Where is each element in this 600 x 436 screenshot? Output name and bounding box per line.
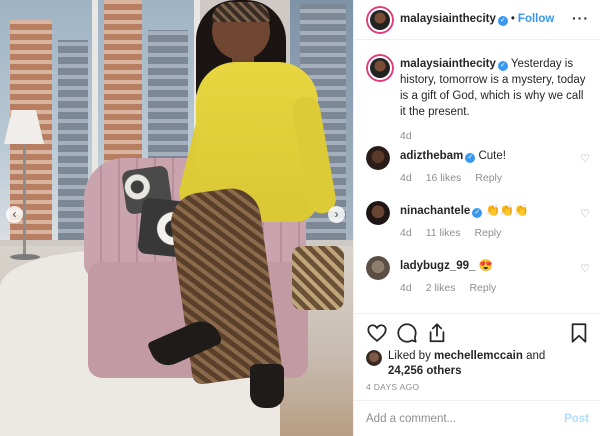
heart-outline-icon[interactable]: ♡ bbox=[580, 262, 590, 275]
verified-badge-icon: ✓ bbox=[465, 153, 476, 163]
heart-outline-icon[interactable]: ♡ bbox=[580, 207, 590, 220]
avatar[interactable] bbox=[366, 6, 394, 34]
verified-badge-icon: ✓ bbox=[497, 16, 508, 26]
bookmark-icon[interactable] bbox=[568, 322, 590, 344]
comment-likes[interactable]: 16 likes bbox=[426, 172, 462, 184]
avatar[interactable] bbox=[366, 146, 390, 170]
avatar[interactable] bbox=[366, 54, 394, 82]
like-heart-icon[interactable] bbox=[366, 322, 388, 344]
previous-photo-button[interactable]: ‹ bbox=[6, 206, 23, 223]
photo-handbag bbox=[292, 246, 344, 310]
liked-by-user[interactable]: mechellemccain bbox=[434, 350, 523, 362]
next-photo-button[interactable]: › bbox=[328, 206, 345, 223]
post-header: malaysiainthecity ✓ • Follow ··· bbox=[354, 0, 600, 40]
post-actions: Liked by mechellemccain and 24,256 others… bbox=[354, 313, 600, 436]
post-photo[interactable]: ‹ › bbox=[0, 0, 353, 436]
reply-button[interactable]: Reply bbox=[475, 172, 502, 184]
likes-count[interactable]: 24,256 others bbox=[388, 365, 462, 377]
share-icon[interactable] bbox=[426, 322, 448, 344]
caption-username[interactable]: malaysiainthecity bbox=[400, 58, 496, 70]
add-comment-bar: Post bbox=[354, 400, 600, 436]
comment-username[interactable]: ninachantele bbox=[400, 205, 470, 217]
avatar[interactable] bbox=[366, 201, 390, 225]
verified-badge-icon: ✓ bbox=[497, 61, 508, 71]
comment-age: 4d bbox=[400, 282, 412, 294]
post-timestamp: 4 DAYS AGO bbox=[366, 382, 420, 392]
reply-button[interactable]: Reply bbox=[469, 282, 496, 294]
comment-bubble-icon[interactable] bbox=[396, 322, 418, 344]
reply-button[interactable]: Reply bbox=[475, 227, 502, 239]
comment-text: Cute! bbox=[478, 150, 506, 162]
comment-age: 4d bbox=[400, 227, 412, 239]
avatar[interactable] bbox=[366, 350, 382, 366]
avatar[interactable] bbox=[366, 256, 390, 280]
comment-username[interactable]: ladybugz_99_ bbox=[400, 260, 475, 272]
post-comment-button[interactable]: Post bbox=[564, 413, 589, 425]
comment-username[interactable]: adizthebam bbox=[400, 150, 463, 162]
header-username[interactable]: malaysiainthecity bbox=[400, 13, 496, 25]
caption-age: 4d bbox=[400, 130, 412, 142]
follow-button[interactable]: Follow bbox=[518, 13, 554, 25]
comment-text: 😍 bbox=[478, 260, 493, 272]
instagram-post: ‹ › malaysiainthecity ✓ • Follow ··· malays… bbox=[0, 0, 600, 436]
comment-likes[interactable]: 2 likes bbox=[426, 282, 456, 294]
comment-input[interactable] bbox=[366, 411, 546, 427]
header-separator: • bbox=[510, 13, 515, 25]
liked-by-middle: and bbox=[522, 350, 546, 362]
liked-by-prefix: Liked by bbox=[388, 350, 435, 362]
post-side-panel: malaysiainthecity ✓ • Follow ··· malaysiain… bbox=[353, 0, 600, 436]
comment-likes[interactable]: 11 likes bbox=[426, 227, 461, 239]
comments-list[interactable]: malaysiainthecity ✓ Yesterday is history,… bbox=[354, 40, 600, 313]
verified-badge-icon: ✓ bbox=[472, 208, 483, 218]
heart-outline-icon[interactable]: ♡ bbox=[580, 152, 590, 165]
comment-text: 👏👏👏 bbox=[485, 205, 529, 217]
comment-age: 4d bbox=[400, 172, 412, 184]
more-horizontal-icon[interactable]: ··· bbox=[572, 10, 589, 26]
